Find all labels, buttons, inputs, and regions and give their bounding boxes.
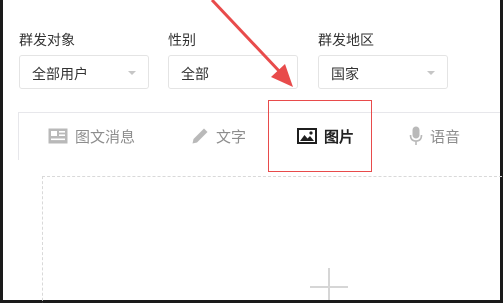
plus-icon-vertical: [328, 268, 330, 300]
upload-area[interactable]: [42, 176, 502, 303]
